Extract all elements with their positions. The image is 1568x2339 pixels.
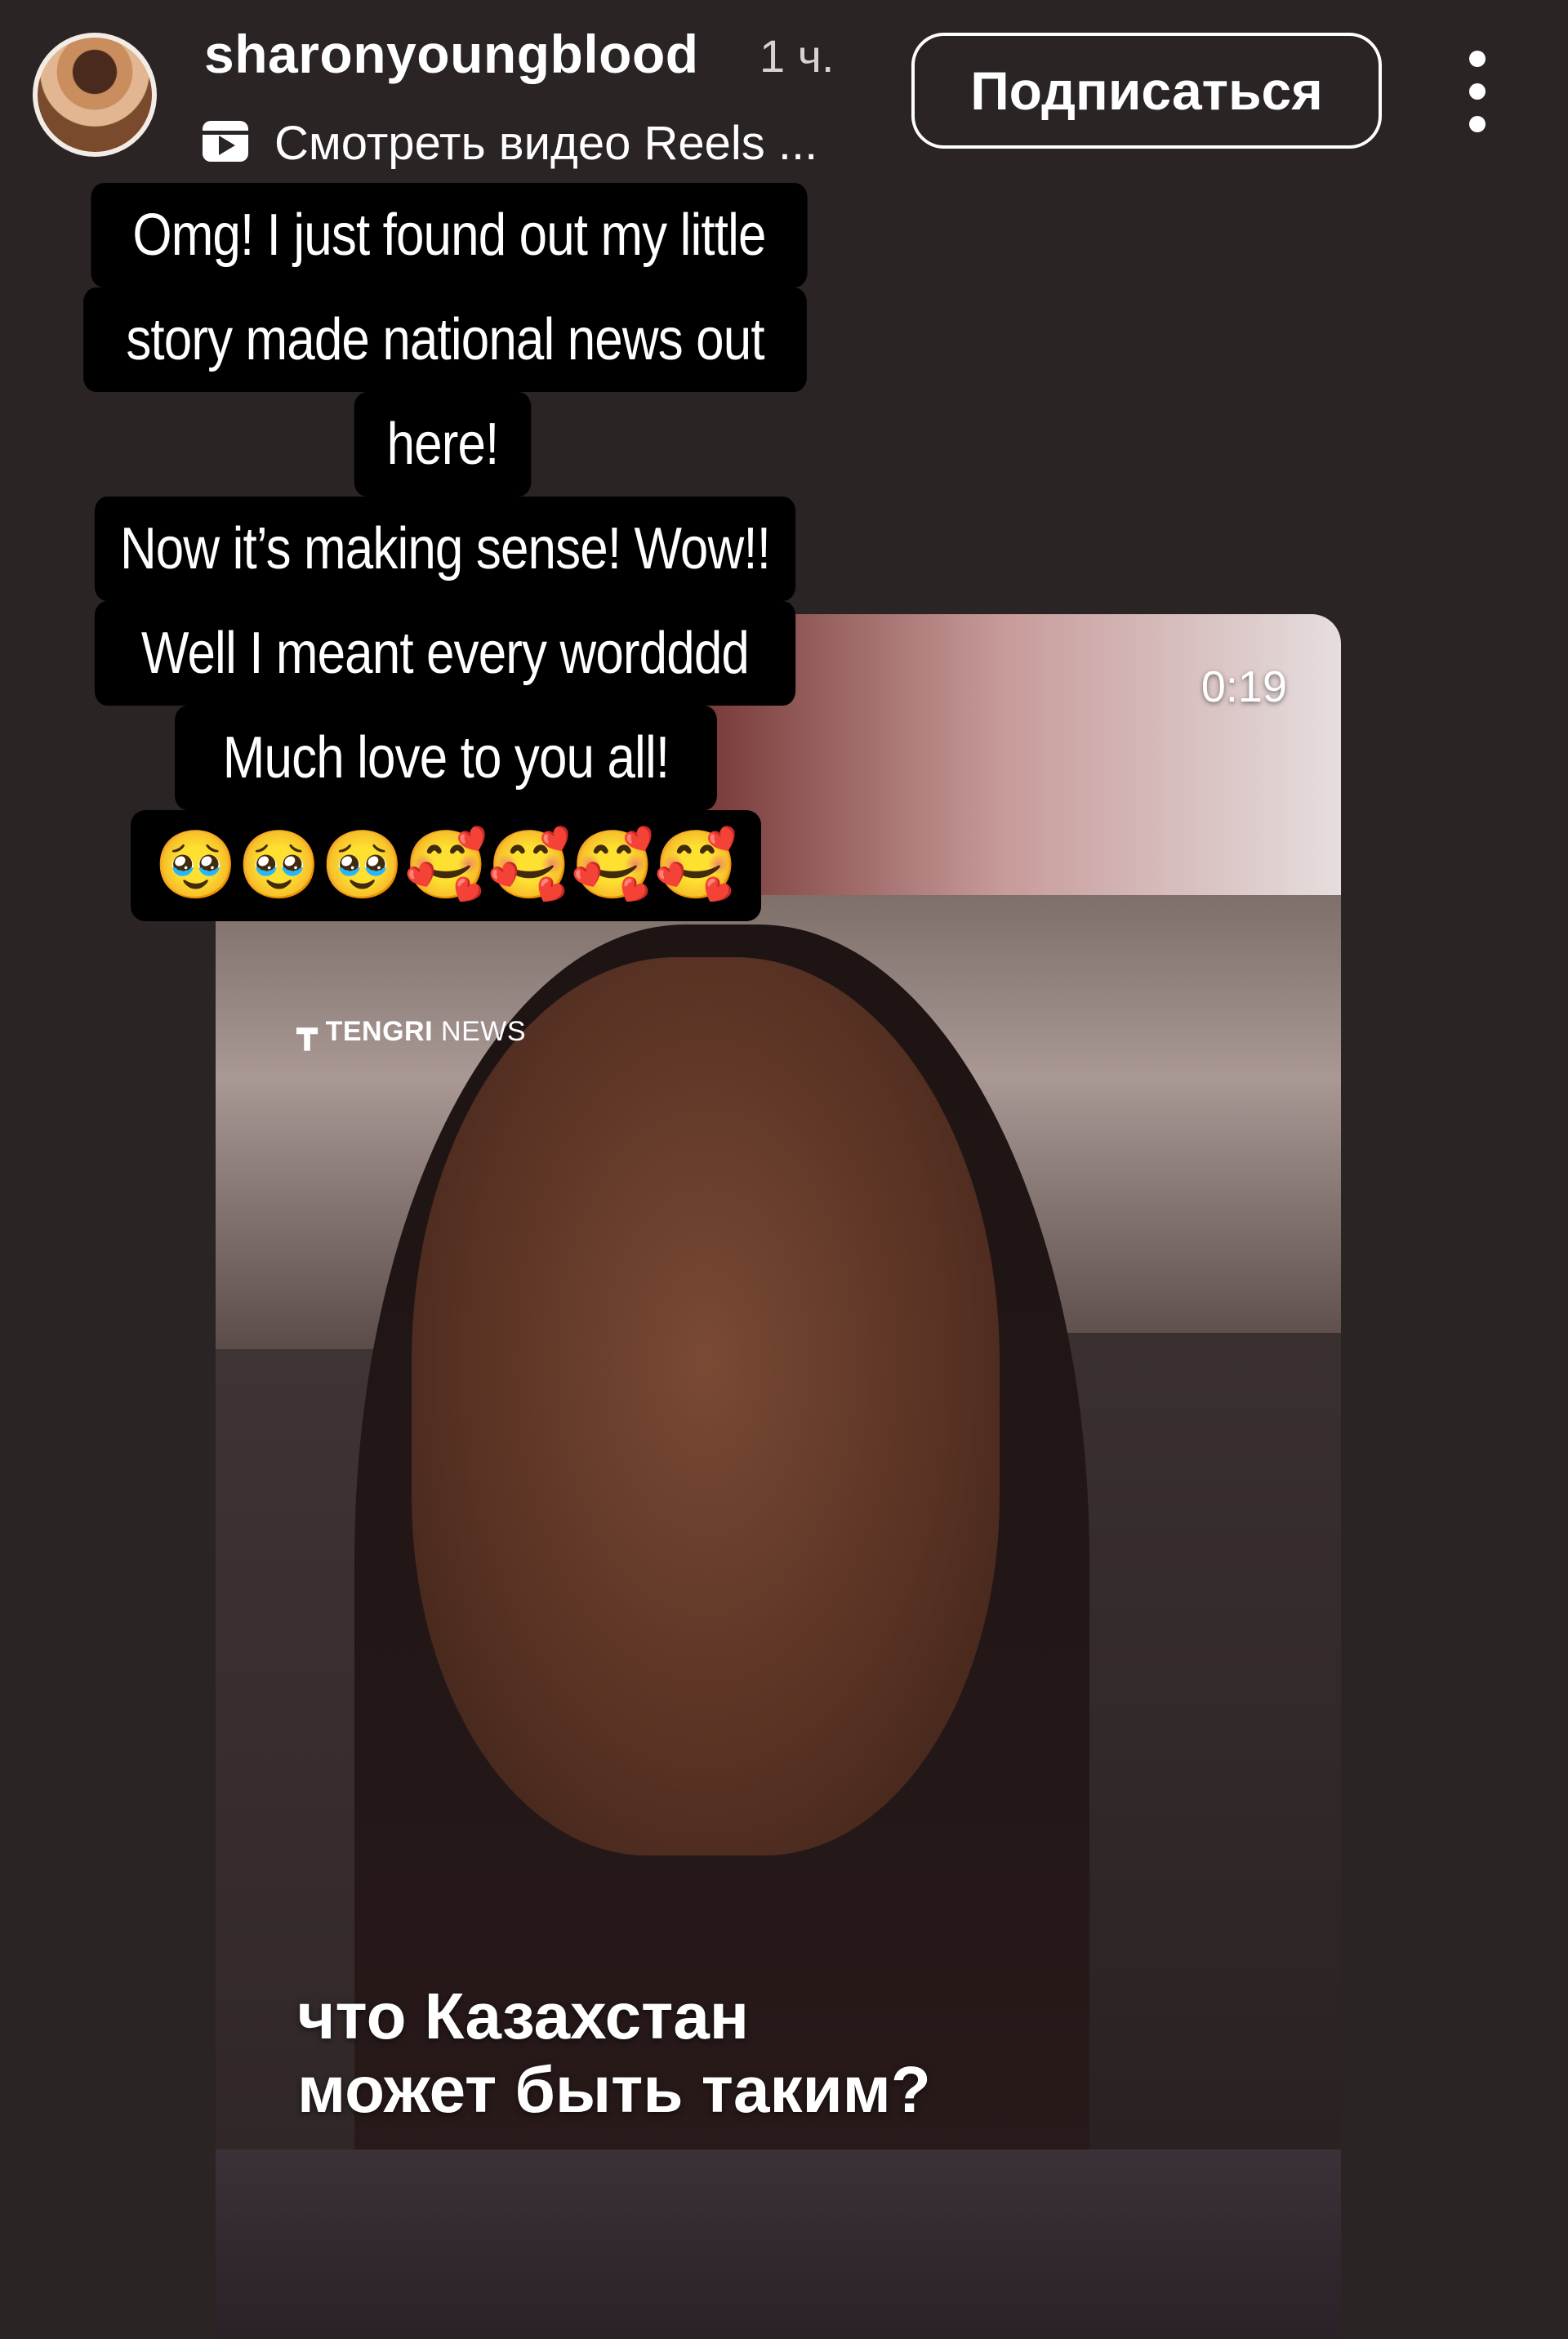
tengri-logo-icon: ┳ xyxy=(297,1014,318,1049)
username[interactable]: sharonyoungblood xyxy=(204,23,699,85)
video-duration: 0:19 xyxy=(1200,662,1287,711)
watermark-brand: TENGRI xyxy=(325,1015,434,1047)
reels-link[interactable]: Смотреть видео Reels ... xyxy=(274,116,817,171)
more-options-icon[interactable] xyxy=(1457,51,1498,132)
subscribe-button[interactable]: Подписаться xyxy=(911,33,1382,149)
time-ago: 1 ч. xyxy=(760,30,835,82)
subtitle-line-2: может быть таким? xyxy=(297,2052,931,2126)
caption-line-2: story made national news out xyxy=(83,287,807,392)
caption-line-3: here! xyxy=(354,392,532,497)
video-watermark: ┳ TENGRI NEWS xyxy=(297,1013,526,1050)
avatar-image xyxy=(38,38,152,152)
caption-line-5: Well I meant every wordddd xyxy=(94,601,796,706)
caption-emoji-row: 🥹🥹🥹🥰🥰🥰🥰 xyxy=(131,810,761,921)
caption-line-4: Now it’s making sense! Wow!! xyxy=(94,497,796,601)
video-subtitle: что Казахстан может быть таким? xyxy=(297,1980,1196,2126)
video-person-shirt xyxy=(216,2150,1341,2339)
watermark-suffix: NEWS xyxy=(441,1015,527,1047)
subtitle-line-1: что Казахстан xyxy=(297,1980,750,2052)
video-person-face xyxy=(412,957,1000,1856)
caption-line-1: Omg! I just found out my little xyxy=(91,183,808,287)
reels-icon[interactable] xyxy=(203,121,248,162)
avatar[interactable] xyxy=(33,33,157,157)
caption-line-6: Much love to you all! xyxy=(175,706,717,810)
